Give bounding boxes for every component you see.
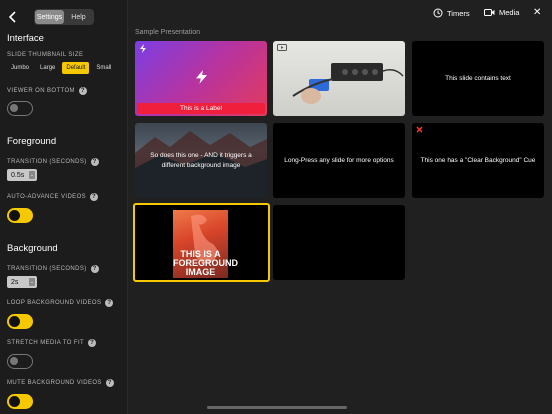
cue-bolt-icon	[140, 44, 146, 53]
slide-text: So does this one - AND it triggers a dif…	[150, 152, 252, 169]
help-icon[interactable]: ?	[105, 299, 114, 307]
help-icon[interactable]: ?	[105, 379, 114, 387]
section-interface-title: Interface	[7, 33, 44, 44]
slide-text: This one has a "Clear Background" Cue	[420, 156, 536, 164]
slide-thumbnail[interactable]	[273, 205, 405, 280]
clock-icon	[433, 8, 443, 18]
stepper-icon: ⌄	[29, 171, 35, 179]
help-icon[interactable]: ?	[90, 265, 99, 273]
auto-advance-toggle[interactable]	[7, 208, 33, 223]
bg-transition-select[interactable]: 2s ⌄	[7, 276, 37, 288]
settings-help-toggle: Settings Help	[34, 9, 94, 25]
home-indicator	[207, 406, 347, 409]
foreground-image-text: THIS IS A FOREGROUND IMAGE	[173, 249, 238, 277]
auto-advance-label: AUTO-ADVANCE VIDEOS ?	[7, 193, 99, 201]
slide-thumbnail[interactable]: This slide contains text	[412, 41, 544, 116]
viewer-on-bottom-label: VIEWER ON BOTTOM ?	[7, 87, 87, 95]
presentation-title: Sample Presentation	[135, 29, 200, 36]
bg-transition-label: TRANSITION (SECONDS) ?	[7, 265, 99, 273]
device-photo	[292, 63, 404, 104]
section-background-title: Background	[7, 243, 58, 254]
video-camera-icon	[484, 9, 495, 16]
help-icon[interactable]: ?	[90, 158, 99, 166]
slide-thumbnail[interactable]: This is a Label	[135, 41, 267, 116]
loop-bg-toggle[interactable]	[7, 314, 33, 329]
slide-text: This slide contains text	[445, 74, 511, 82]
slide-text: Long-Press any slide for more options	[284, 156, 394, 164]
lightning-icon	[196, 70, 207, 84]
back-chevron-icon[interactable]	[7, 10, 19, 24]
thumbnail-size-label: SLIDE THUMBNAIL SIZE	[7, 52, 84, 58]
tab-help[interactable]: Help	[64, 10, 93, 24]
size-option-large[interactable]: Large	[36, 62, 59, 74]
section-foreground-title: Foreground	[7, 136, 57, 147]
size-option-jumbo[interactable]: Jumbo	[7, 62, 33, 74]
fg-transition-label: TRANSITION (SECONDS) ?	[7, 158, 99, 166]
timers-button[interactable]: Timers	[433, 8, 470, 18]
close-icon: ✕	[533, 7, 542, 18]
stretch-media-toggle[interactable]	[7, 354, 33, 369]
stretch-media-label: STRETCH MEDIA TO FIT ?	[7, 339, 97, 347]
mute-bg-toggle[interactable]	[7, 394, 33, 409]
stepper-icon: ⌄	[29, 278, 35, 286]
size-option-small[interactable]: Small	[92, 62, 115, 74]
slide-thumbnail[interactable]: So does this one - AND it triggers a dif…	[135, 123, 267, 198]
settings-sidebar: Settings Help Interface SLIDE THUMBNAIL …	[0, 0, 128, 414]
viewer-on-bottom-toggle[interactable]	[7, 101, 33, 116]
slide-thumbnail[interactable]: This one has a "Clear Background" Cue	[412, 123, 544, 198]
tab-settings[interactable]: Settings	[35, 10, 64, 24]
help-icon[interactable]: ?	[88, 339, 97, 347]
slide-thumbnail[interactable]: Long-Press any slide for more options	[273, 123, 405, 198]
close-button[interactable]: ✕	[533, 7, 541, 18]
media-button[interactable]: Media	[484, 8, 519, 17]
size-option-default[interactable]: Default	[62, 62, 90, 74]
loop-bg-label: LOOP BACKGROUND VIDEOS ?	[7, 299, 114, 307]
fg-transition-select[interactable]: 0.5s ⌄	[7, 169, 37, 181]
slide-thumbnail-selected[interactable]: THIS IS A FOREGROUND IMAGE	[133, 203, 270, 282]
help-icon[interactable]: ?	[78, 87, 87, 95]
slide-thumbnail[interactable]	[273, 41, 405, 116]
slide-label: This is a Label	[137, 103, 265, 114]
flamingo-foreground-image: THIS IS A FOREGROUND IMAGE	[173, 210, 238, 278]
mute-bg-label: MUTE BACKGROUND VIDEOS ?	[7, 379, 114, 387]
help-icon[interactable]: ?	[90, 193, 99, 201]
thumbnail-size-picker: Jumbo Large Default Small	[7, 62, 115, 74]
